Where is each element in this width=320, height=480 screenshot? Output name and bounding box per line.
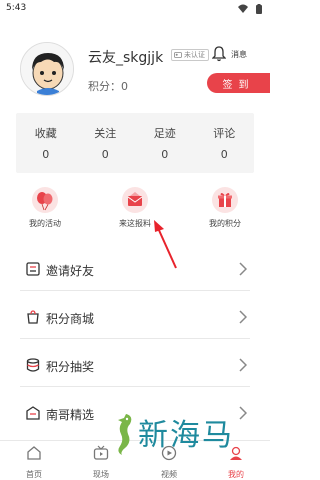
quick-my-points[interactable]: 我的积分 bbox=[195, 187, 255, 229]
nav-label: 首页 bbox=[26, 470, 42, 479]
username: 云友_skgjjk bbox=[88, 50, 164, 66]
store-icon bbox=[27, 310, 39, 324]
points-text: 积分：0 bbox=[88, 80, 128, 93]
seahorse-logo-icon bbox=[118, 414, 132, 455]
invite-icon bbox=[26, 262, 40, 276]
watermark-text: 新海马 bbox=[138, 418, 234, 453]
wifi-icon bbox=[238, 4, 248, 13]
chevron-right-icon bbox=[239, 262, 247, 276]
gift-icon bbox=[218, 192, 232, 207]
stat-following[interactable]: 关注 0 bbox=[76, 113, 136, 173]
watermark: 新海马 bbox=[112, 410, 272, 460]
menu-invite-friends[interactable]: 邀请好友 bbox=[0, 250, 270, 290]
avatar[interactable] bbox=[20, 42, 74, 96]
bell-icon[interactable] bbox=[212, 46, 226, 62]
menu-label: 邀请好友 bbox=[46, 264, 95, 278]
stat-label: 关注 bbox=[94, 127, 117, 140]
stat-value: 0 bbox=[101, 148, 109, 161]
avatar-face-icon bbox=[21, 43, 73, 95]
battery-icon bbox=[256, 4, 262, 14]
lottery-icon bbox=[26, 358, 40, 372]
nav-label: 我的 bbox=[228, 470, 244, 479]
envelope-icon bbox=[127, 192, 143, 206]
stat-label: 评论 bbox=[213, 127, 236, 140]
menu-points-lottery[interactable]: 积分抽奖 bbox=[0, 346, 270, 386]
menu-points-store[interactable]: 积分商城 bbox=[0, 298, 270, 338]
quick-label: 我的积分 bbox=[209, 219, 241, 228]
stat-favorites[interactable]: 收藏 0 bbox=[16, 113, 76, 173]
status-bar: 5:43 bbox=[0, 0, 270, 18]
id-card-icon bbox=[174, 52, 182, 58]
message-label[interactable]: 消息 bbox=[231, 49, 247, 60]
divider bbox=[20, 338, 250, 339]
stat-comments[interactable]: 评论 0 bbox=[195, 113, 255, 173]
tv-icon bbox=[93, 445, 109, 460]
chevron-right-icon bbox=[239, 358, 247, 372]
nav-label: 视频 bbox=[161, 470, 177, 479]
stat-label: 收藏 bbox=[34, 127, 57, 140]
divider bbox=[20, 290, 250, 291]
nav-label: 现场 bbox=[93, 470, 109, 479]
checkin-button[interactable]: 签到 bbox=[207, 73, 270, 93]
stats-panel: 收藏 0 关注 0 足迹 0 评论 0 bbox=[16, 113, 254, 173]
status-time: 5:43 bbox=[6, 3, 27, 13]
stat-value: 0 bbox=[161, 148, 169, 161]
menu-label: 南哥精选 bbox=[46, 408, 95, 422]
verify-badge[interactable]: 未认证 bbox=[171, 49, 209, 61]
quick-my-activities[interactable]: 我的活动 bbox=[15, 187, 75, 229]
chevron-right-icon bbox=[239, 310, 247, 324]
verify-label: 未认证 bbox=[184, 51, 205, 59]
quick-label: 我的活动 bbox=[29, 219, 61, 228]
balloon-icon bbox=[37, 192, 53, 211]
stat-value: 0 bbox=[220, 148, 228, 161]
stat-value: 0 bbox=[42, 148, 50, 161]
stat-label: 足迹 bbox=[153, 127, 176, 140]
selection-icon bbox=[26, 406, 40, 420]
menu-label: 积分抽奖 bbox=[46, 360, 95, 374]
home-icon bbox=[27, 446, 41, 460]
nav-home[interactable]: 首页 bbox=[9, 445, 59, 480]
menu-label: 积分商城 bbox=[46, 312, 95, 326]
stat-footprints[interactable]: 足迹 0 bbox=[135, 113, 195, 173]
divider bbox=[20, 386, 250, 387]
